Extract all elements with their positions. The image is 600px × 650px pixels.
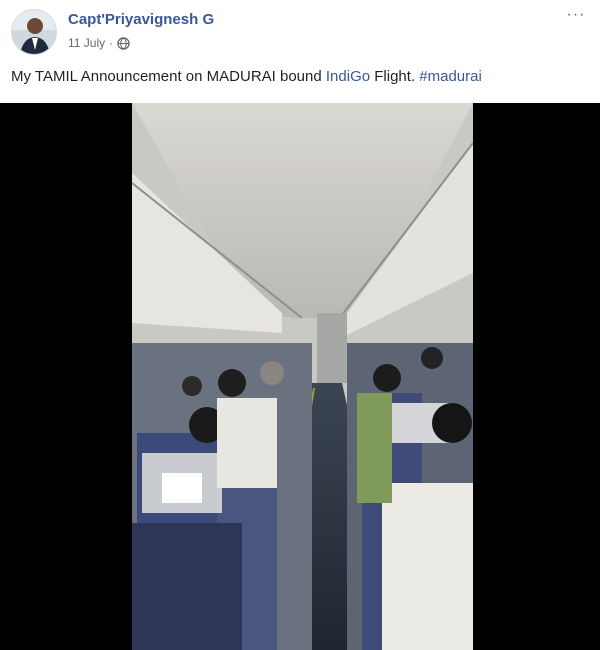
post-text-part2: Flight. [370,68,420,85]
post-header: Capt'Priyavignesh G 11 July · ··· [0,0,600,62]
cabin-scene [132,103,473,650]
author-name[interactable]: Capt'Priyavignesh G [68,11,214,28]
author-avatar[interactable] [11,9,57,55]
timestamp[interactable]: 11 July [68,36,105,50]
hashtag-link[interactable]: #madurai [419,68,482,85]
video-player[interactable] [0,103,600,650]
meta-separator: · [109,36,114,50]
indigo-link[interactable]: IndiGo [326,68,370,85]
post-message: My TAMIL Announcement on MADURAI bound I… [11,68,482,85]
post-text-part1: My TAMIL Announcement on MADURAI bound [11,68,326,85]
more-options-icon[interactable]: ··· [564,6,588,24]
post-meta: 11 July · [68,36,130,50]
video-frame-content[interactable] [132,103,473,650]
globe-icon[interactable] [117,36,130,50]
avatar-image [12,10,56,54]
